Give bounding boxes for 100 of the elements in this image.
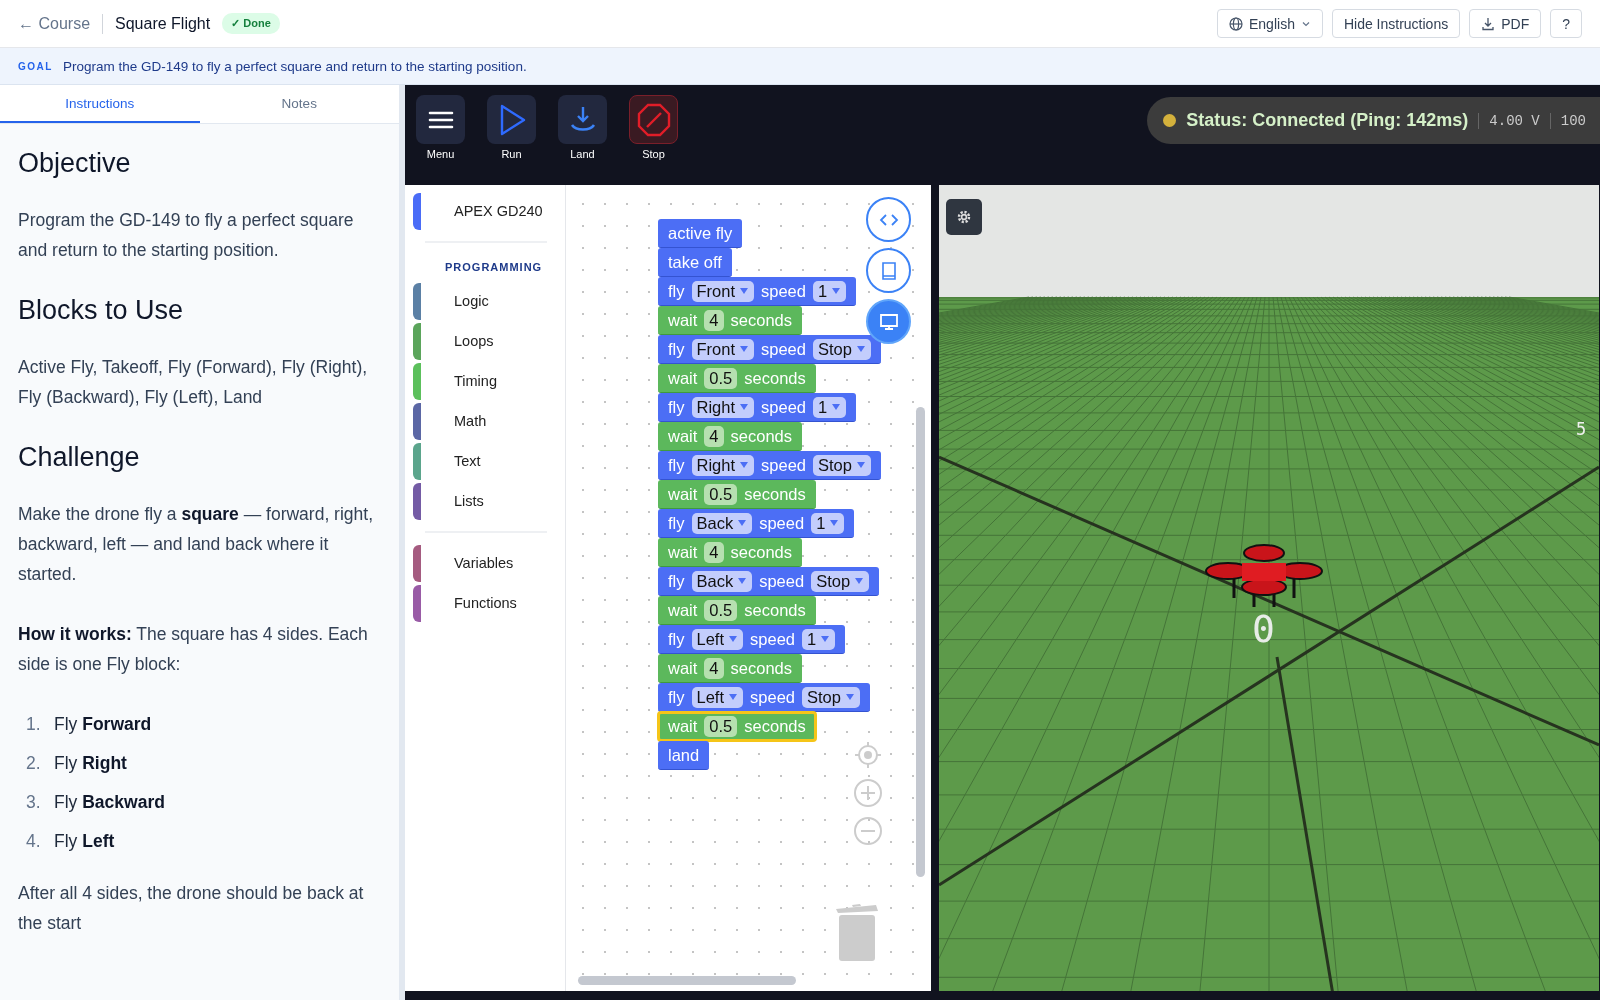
block-label: seconds xyxy=(730,658,792,678)
code-block[interactable]: fly Back speed 1 xyxy=(658,509,855,538)
speed-dropdown[interactable]: Stop xyxy=(813,338,871,360)
block-label: speed xyxy=(759,513,805,533)
step-number: 1. xyxy=(26,713,42,736)
target-icon xyxy=(853,740,883,770)
toolbox-category[interactable]: Logic xyxy=(405,281,565,321)
block-label: fly xyxy=(668,397,685,417)
step-number: 2. xyxy=(26,752,42,775)
block-label: fly xyxy=(668,629,685,649)
block-label: wait xyxy=(668,368,698,388)
tab[interactable]: Instructions xyxy=(0,85,200,123)
number-field[interactable]: 0.5 xyxy=(704,367,738,389)
status-text: Status: Connected (Ping: 142ms) xyxy=(1186,110,1469,131)
direction-dropdown[interactable]: Front xyxy=(691,280,754,302)
block-label: fly xyxy=(668,455,685,475)
code-block[interactable]: fly Right speed 1 xyxy=(658,393,857,422)
speed-dropdown[interactable]: Stop xyxy=(813,454,871,476)
help-button[interactable]: ? xyxy=(1550,9,1582,38)
paragraph: How it works: The square has 4 sides. Each side is one Fly block: xyxy=(18,623,369,676)
number-field[interactable]: 4 xyxy=(704,541,724,563)
settings-button[interactable] xyxy=(946,199,982,235)
code-block[interactable]: fly Left speed 1 xyxy=(658,625,846,654)
land-button[interactable] xyxy=(558,95,607,144)
direction-dropdown[interactable]: Right xyxy=(691,454,755,476)
direction-dropdown[interactable]: Back xyxy=(691,570,753,592)
block-label: wait xyxy=(668,600,698,620)
block-label: seconds xyxy=(730,426,792,446)
guide-button[interactable] xyxy=(866,248,911,293)
code-block[interactable]: fly Front speed 1 xyxy=(658,277,857,306)
stop-button[interactable] xyxy=(629,95,678,144)
dropdown-arrow-icon xyxy=(728,693,739,701)
block-label: speed xyxy=(750,687,795,707)
code-block[interactable]: wait 4 seconds xyxy=(658,306,802,335)
toolbox-category[interactable]: Loops xyxy=(405,321,565,361)
speed-dropdown[interactable]: Stop xyxy=(802,686,860,708)
number-field[interactable]: 0.5 xyxy=(704,599,738,621)
toolbox-category[interactable]: APEX GD240 xyxy=(405,191,565,231)
direction-dropdown[interactable]: Left xyxy=(691,628,744,650)
code-block[interactable]: land xyxy=(658,741,710,770)
speed-dropdown[interactable]: 1 xyxy=(813,280,847,302)
section-heading: Challenge xyxy=(18,442,141,473)
code-view-button[interactable] xyxy=(866,197,911,242)
code-block[interactable]: fly Back speed Stop xyxy=(658,567,880,596)
code-block[interactable]: wait 0.5 seconds xyxy=(658,712,816,741)
block-label: speed xyxy=(761,397,806,417)
language-dropdown[interactable]: English xyxy=(1217,9,1323,38)
code-block[interactable]: wait 0.5 seconds xyxy=(658,364,816,393)
number-field[interactable]: 4 xyxy=(704,425,724,447)
toolbox-category[interactable]: Text xyxy=(405,441,565,481)
speed-dropdown[interactable]: Stop xyxy=(811,570,870,592)
block-label: fly xyxy=(668,571,685,591)
section-heading: Blocks to Use xyxy=(18,295,185,326)
back-link[interactable]: ← Course xyxy=(18,14,91,33)
speed-dropdown[interactable]: 1 xyxy=(802,628,836,650)
pdf-button[interactable]: PDF xyxy=(1469,9,1542,38)
section-heading: Objective xyxy=(18,148,132,179)
direction-dropdown[interactable]: Front xyxy=(691,338,754,360)
number-field[interactable]: 4 xyxy=(704,657,724,679)
run-button[interactable] xyxy=(487,95,536,144)
block-label: speed xyxy=(761,455,806,475)
toolbox-category[interactable]: Variables xyxy=(405,543,565,583)
dropdown-arrow-icon xyxy=(844,693,855,701)
block-label: wait xyxy=(668,542,698,562)
direction-dropdown[interactable]: Left xyxy=(691,686,744,708)
direction-dropdown[interactable]: Back xyxy=(691,512,753,534)
category-heading: PROGRAMMING xyxy=(444,260,544,275)
speed-dropdown[interactable]: 1 xyxy=(813,396,847,418)
code-block[interactable]: active fly xyxy=(658,219,743,248)
code-block[interactable]: fly Front speed Stop xyxy=(658,335,881,364)
speed-dropdown[interactable]: 1 xyxy=(811,512,845,534)
page-title: Square Flight xyxy=(115,14,211,33)
toolbox-category[interactable]: Lists xyxy=(405,481,565,521)
simulator-button[interactable] xyxy=(866,299,911,344)
scrollbar[interactable] xyxy=(916,407,925,877)
toolbar-label: Menu xyxy=(426,148,455,160)
code-block[interactable]: wait 4 seconds xyxy=(658,538,802,567)
dropdown-arrow-icon xyxy=(831,403,842,411)
code-block[interactable]: wait 0.5 seconds xyxy=(658,596,816,625)
hide-instructions-button[interactable]: Hide Instructions xyxy=(1331,9,1461,38)
scrollbar[interactable] xyxy=(578,976,796,985)
step-text: Fly Left xyxy=(54,830,115,853)
paragraph: Active Fly, Takeoff, Fly (Forward), Fly (Right), Fly (Backward), Fly (Left), Land xyxy=(18,356,369,409)
code-block[interactable]: wait 0.5 seconds xyxy=(658,480,816,509)
toolbox-category[interactable]: Math xyxy=(405,401,565,441)
code-block[interactable]: fly Right speed Stop xyxy=(658,451,881,480)
tab[interactable]: Notes xyxy=(199,85,399,123)
toolbox-category[interactable]: Timing xyxy=(405,361,565,401)
number-field[interactable]: 0.5 xyxy=(704,715,738,737)
code-block[interactable]: wait 4 seconds xyxy=(658,422,802,451)
code-block[interactable]: take off xyxy=(658,248,732,277)
code-block[interactable]: wait 4 seconds xyxy=(658,654,802,683)
code-block[interactable]: fly Left speed Stop xyxy=(658,683,870,712)
number-field[interactable]: 0.5 xyxy=(704,483,738,505)
block-label: wait xyxy=(668,484,698,504)
globe-icon xyxy=(1229,16,1243,31)
menu-button[interactable] xyxy=(416,95,465,144)
number-field[interactable]: 4 xyxy=(704,309,724,331)
toolbox-category[interactable]: Functions xyxy=(405,583,565,623)
direction-dropdown[interactable]: Right xyxy=(691,396,755,418)
